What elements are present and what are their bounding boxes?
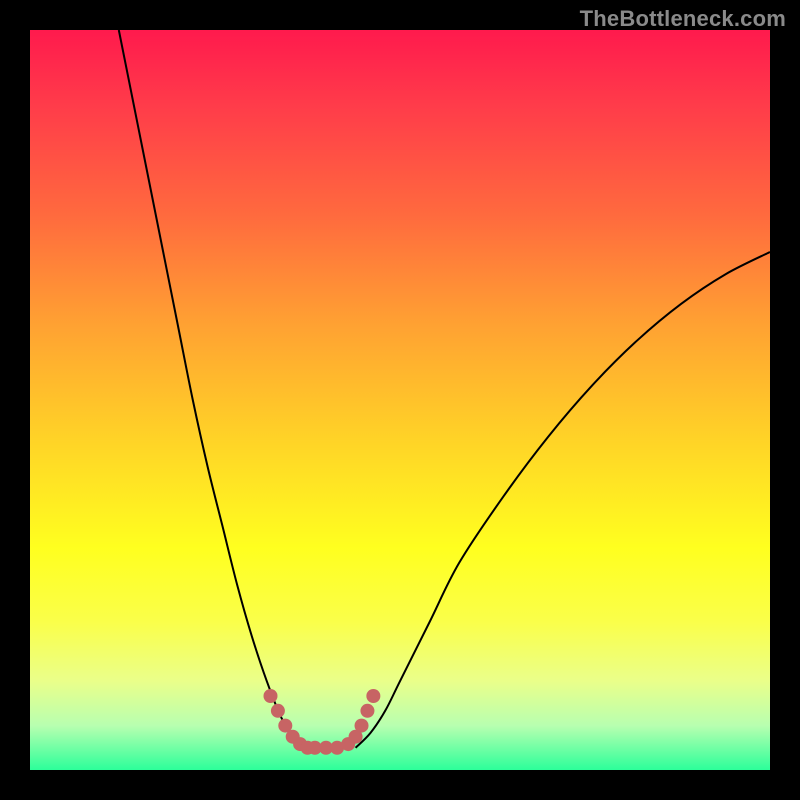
- watermark-text: TheBottleneck.com: [580, 6, 786, 32]
- curves-group: [119, 30, 770, 748]
- highlight-dot: [360, 704, 374, 718]
- curve-right-curve: [356, 252, 770, 748]
- curve-left-curve: [119, 30, 311, 748]
- highlight-dot: [264, 689, 278, 703]
- chart-frame: [30, 30, 770, 770]
- highlight-dot: [366, 689, 380, 703]
- highlight-dot: [355, 719, 369, 733]
- highlight-dot: [271, 704, 285, 718]
- highlight-dots-group: [264, 689, 381, 755]
- chart-svg: [30, 30, 770, 770]
